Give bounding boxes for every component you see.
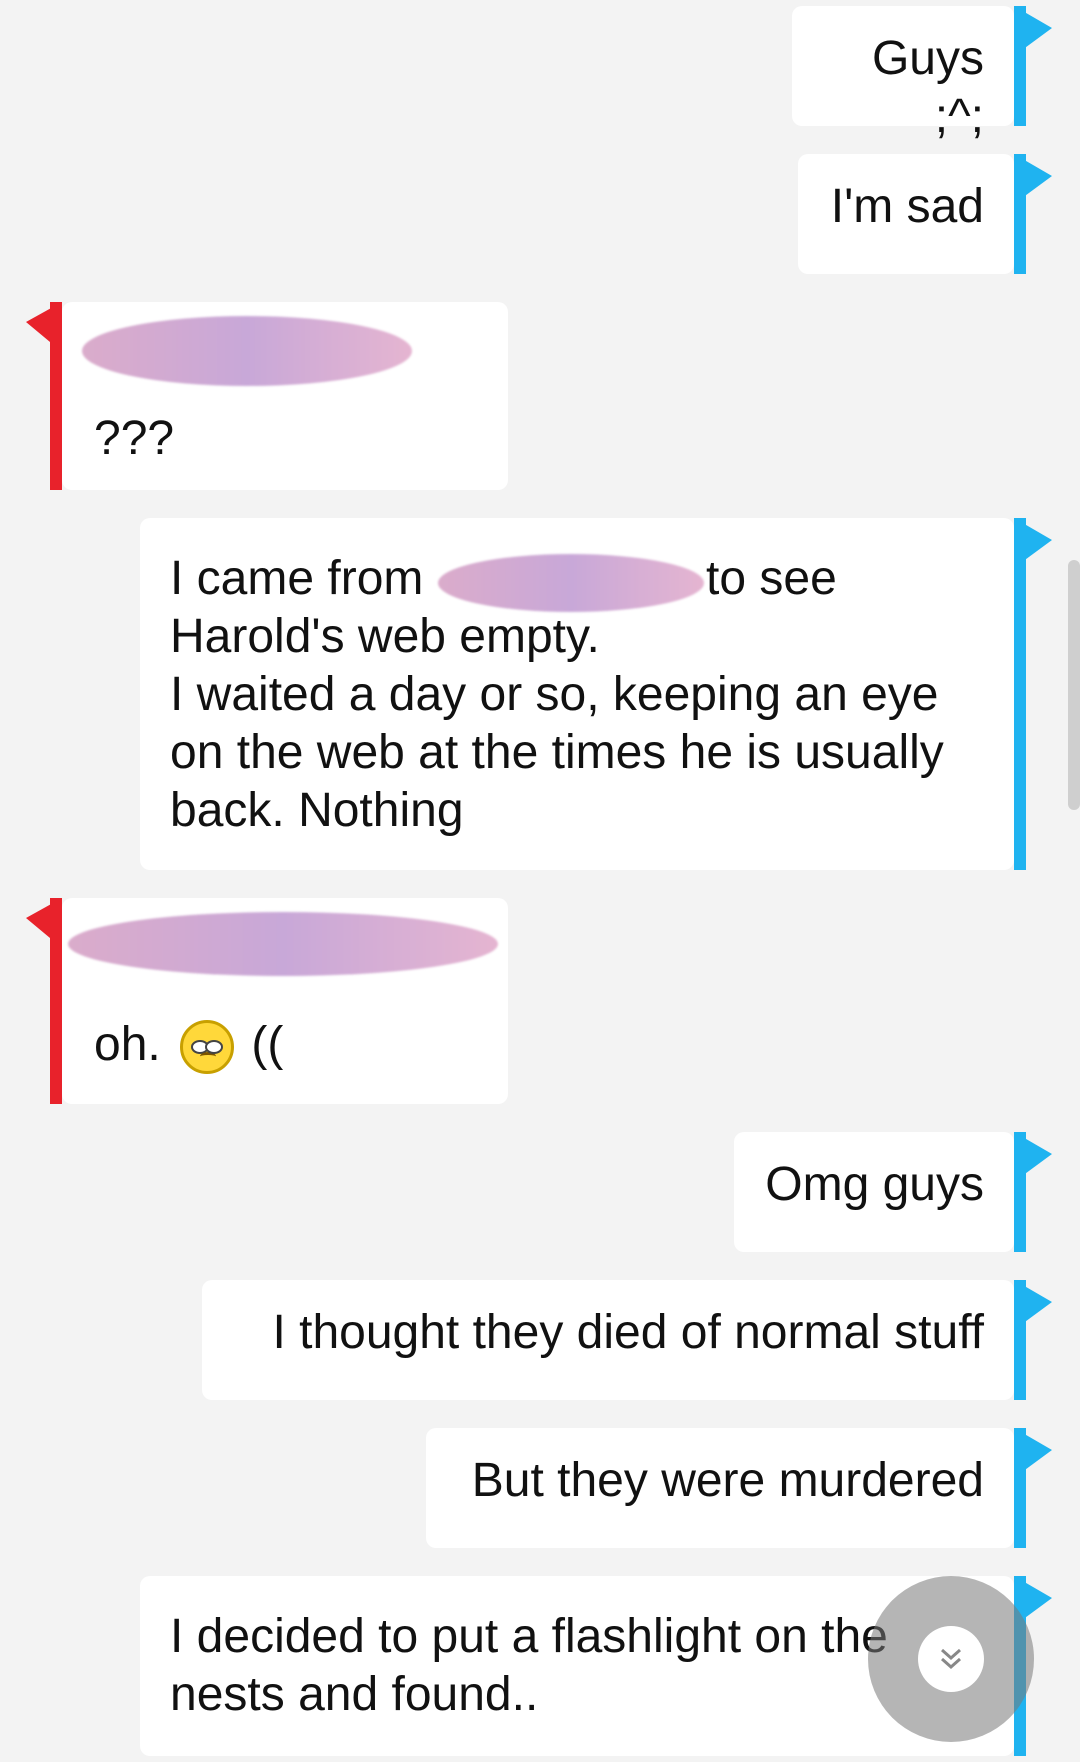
message-text-suffix: (( <box>251 1018 284 1071</box>
message-line: on the web at the times he is usually <box>170 726 944 779</box>
message-content: oh. (( <box>94 1016 284 1075</box>
message-text: I'm sad <box>830 180 984 233</box>
message-line: I waited a day or so, keeping an eye <box>170 668 939 721</box>
double-chevron-down-icon <box>918 1626 984 1692</box>
outgoing-tail-icon <box>1014 518 1052 568</box>
outgoing-tail-icon <box>1014 154 1052 204</box>
outgoing-tail-icon <box>1014 1280 1052 1330</box>
outgoing-tail-icon <box>1014 1428 1052 1478</box>
message-bubble-incoming[interactable]: oh. (( <box>62 898 508 1104</box>
message-bubble-outgoing[interactable]: I'm sad <box>798 154 1014 274</box>
message-line: back. Nothing <box>170 784 464 837</box>
outgoing-indicator-bar <box>1014 518 1026 870</box>
outgoing-tail-icon <box>1014 6 1052 56</box>
redacted-location <box>438 554 704 612</box>
message-line: I decided to put a flashlight on the <box>170 1610 888 1663</box>
incoming-indicator-bar <box>50 302 62 490</box>
redacted-sender-name <box>82 316 412 386</box>
message-bubble-outgoing[interactable]: But they were murdered <box>426 1428 1014 1548</box>
message-text: ??? <box>94 412 175 465</box>
message-line: nests and found.. <box>170 1668 539 1721</box>
sad-face-emoji-icon <box>180 1020 235 1075</box>
incoming-indicator-bar <box>50 898 62 1104</box>
message-bubble-outgoing[interactable]: I thought they died of normal stuff <box>202 1280 1014 1400</box>
message-bubble-incoming[interactable]: ??? <box>62 302 508 490</box>
message-line: Harold's web empty. <box>170 610 600 663</box>
message-bubble-outgoing[interactable]: Omg guys <box>734 1132 1014 1252</box>
message-line: I came from to see <box>170 550 974 612</box>
message-bubble-outgoing[interactable]: Guys ;^; <box>792 6 1014 143</box>
outgoing-tail-icon <box>1014 1132 1052 1182</box>
redacted-sender-name <box>68 912 498 976</box>
message-text: Guys ;^; <box>871 32 984 143</box>
message-text-segment: to see <box>706 552 837 605</box>
message-bubble-outgoing[interactable]: I came from to see Harold's web empty. I… <box>140 518 1014 870</box>
message-text: oh. <box>94 1018 161 1071</box>
message-text: Omg guys <box>765 1158 984 1211</box>
message-text-segment: I came from <box>170 552 424 605</box>
message-text: I thought they died of normal stuff <box>272 1306 984 1359</box>
scroll-to-bottom-button[interactable] <box>868 1576 1034 1742</box>
message-text: But they were murdered <box>471 1454 984 1507</box>
scrollbar-thumb[interactable] <box>1068 560 1080 810</box>
